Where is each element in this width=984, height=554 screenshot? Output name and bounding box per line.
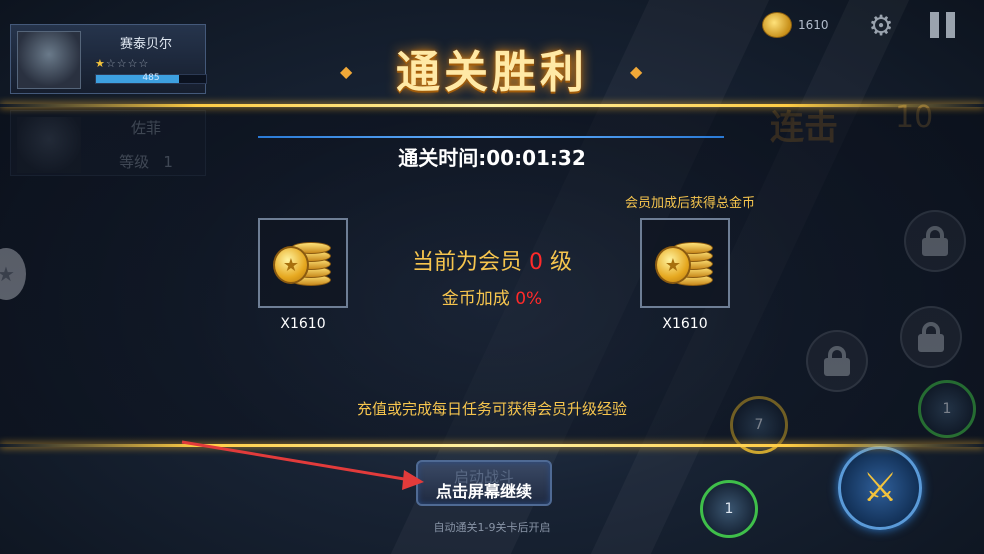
continue-button[interactable]: 启动战斗 点击屏幕继续 [416,460,552,506]
gold-bonus-label: 金币加成 [441,289,510,309]
crossed-swords-icon: ⚔ [862,465,898,511]
member-reward-qty: X1610 [662,316,708,332]
player-hp-value: 485 [142,73,160,83]
member-level: 当前为会员 0 级 [350,244,634,276]
clear-time-label: 通关时间: [398,146,487,170]
member-upgrade-hint: 充值或完成每日任务可获得会员升级经验 [356,400,627,418]
settings-button[interactable]: ⚙ [864,8,898,42]
member-level-prefix: 当前为会员 [411,250,522,275]
banner-top-line [0,104,984,107]
skill-button[interactable]: 1 [700,480,758,538]
auto-clear-hint: 自动通关1-9关卡后开启 [433,521,551,534]
current-reward-qty: X1610 [280,316,326,332]
coin-icon [762,12,792,38]
gear-icon: ⚙ [868,8,894,42]
title-divider [258,136,724,138]
player-card: 赛泰贝尔 ★☆☆☆☆ 485 [10,24,207,94]
pause-icon [930,12,939,38]
member-level-suffix: 级 [550,250,573,275]
pause-icon-bar [946,12,955,38]
player-stars: ★☆☆☆☆ [95,57,149,70]
player-hp-bar: 485 [95,73,207,84]
gold-bonus-value: 0% [515,289,543,309]
star-empty-icon: ☆ [105,57,117,70]
member-reward-box: ★ [640,218,730,308]
sparkle-icon: ◆ [340,62,353,81]
attack-button[interactable]: ⚔ [838,446,922,530]
player-avatar [17,31,81,89]
coin-stack-icon: ★ [273,238,333,288]
clear-time-value: 00:01:32 [486,146,586,170]
gold-bonus: 金币加成 0% [350,284,634,309]
coin-stack-icon: ★ [655,238,715,288]
clear-time: 通关时间:00:01:32 [0,142,984,171]
member-level-value: 0 [529,250,543,275]
pause-button[interactable] [928,12,958,38]
gold-counter: 1610 [762,12,829,38]
star-empty-icon: ☆ [116,57,128,70]
sparkle-icon: ◆ [630,62,643,81]
star-empty-icon: ☆ [138,57,150,70]
skill-count: 1 [724,501,734,517]
banner-bottom-line [0,444,984,447]
star-filled-icon: ★ [95,57,106,70]
victory-title: 通关胜利 [396,47,588,98]
continue-label: 点击屏幕继续 [435,482,532,501]
current-reward-box: ★ [258,218,348,308]
star-empty-icon: ☆ [127,57,139,70]
player-name: 赛泰贝尔 [119,37,172,52]
gold-counter-value: 1610 [798,18,829,32]
member-reward-caption: 会员加成后获得总金币 [624,196,755,211]
